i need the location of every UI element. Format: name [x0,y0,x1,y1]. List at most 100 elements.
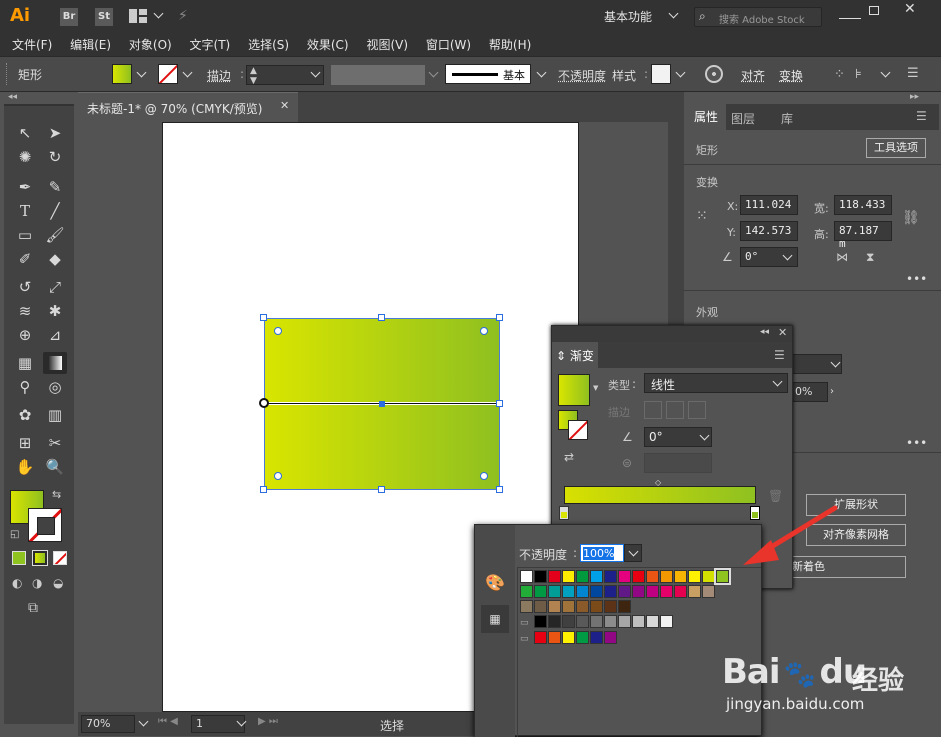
gradient-thumbnail[interactable] [558,374,590,406]
chevron-down-icon[interactable] [782,251,793,260]
color-swatch[interactable] [688,585,701,598]
collapse-panel-icon[interactable]: ◂◂ [760,327,769,337]
chevron-down-icon[interactable] [182,68,193,77]
fill-swatch[interactable] [112,64,132,84]
color-swatch[interactable] [604,585,617,598]
menu-help[interactable]: 帮助(H) [489,36,531,53]
stock-button[interactable]: St [95,8,113,26]
first-artboard-icon[interactable]: ⏮ ◀ [158,716,178,727]
opacity-input[interactable]: 100% [580,544,624,562]
puppet-warp-tool-icon[interactable]: ✱ [43,300,67,322]
chevron-down-icon[interactable] [628,548,638,555]
color-swatch[interactable] [688,570,701,583]
color-swatch[interactable] [534,585,547,598]
graphic-style-swatch[interactable] [651,64,671,84]
rectangle-tool-icon[interactable]: ▭ [13,224,37,246]
y-field[interactable]: 142.573 [740,221,798,241]
menu-select[interactable]: 选择(S) [248,36,289,53]
color-swatch[interactable] [632,585,645,598]
chevron-down-icon[interactable] [675,68,686,77]
width-field[interactable]: 118.433 [834,195,892,215]
chevron-down-icon[interactable] [136,68,147,77]
corner-widget[interactable] [274,327,282,335]
mesh-tool-icon[interactable]: ▦ [13,352,37,374]
tab-gradient[interactable]: ⇕ 渐变 [552,342,598,368]
reference-point-icon[interactable]: ⁙ [696,208,714,226]
chevron-down-icon[interactable] [536,68,547,77]
tab-libraries[interactable]: 库 [781,110,793,127]
resize-handle[interactable] [378,314,385,321]
flip-horizontal-icon[interactable]: ⋈ [836,250,848,264]
resize-handle[interactable] [260,314,267,321]
color-swatch[interactable] [646,585,659,598]
opacity-link[interactable]: 不透明度 [558,67,606,84]
menu-window[interactable]: 窗口(W) [426,36,471,53]
artboard-tool-icon[interactable]: ⊞ [13,432,37,454]
tab-properties[interactable]: 属性 [686,104,726,130]
transform-link[interactable]: 变换 [779,67,803,84]
hand-tool-icon[interactable]: ✋ [13,456,37,478]
color-swatch[interactable] [548,631,561,644]
eraser-tool-icon[interactable]: ◆ [43,248,67,270]
x-field[interactable]: 111.024 [740,195,798,215]
variable-width-profile[interactable] [331,65,425,85]
menu-type[interactable]: 文字(T) [190,36,231,53]
color-swatch[interactable] [660,570,673,583]
warp-tool-icon[interactable]: ≋ [13,300,37,322]
flip-vertical-icon[interactable]: ⧗ [866,250,874,265]
slice-tool-icon[interactable]: ✂ [43,432,67,454]
menu-object[interactable]: 对象(O) [129,36,172,53]
color-swatch[interactable] [562,570,575,583]
document-tab[interactable]: 未标题-1* @ 70% (CMYK/预览) ✕ [78,92,298,122]
resize-handle[interactable] [260,486,267,493]
color-swatch[interactable] [604,600,617,613]
collapse-dock-icon[interactable]: ▸▸ [910,92,919,102]
chevron-down-icon[interactable] [153,9,164,18]
stock-search-input[interactable]: ⌕ 搜索 Adobe Stock [694,7,822,27]
screen-mode-icon[interactable]: ⧉ [28,600,38,616]
swap-fill-stroke-icon[interactable]: ⇆ [52,488,61,501]
menu-effect[interactable]: 效果(C) [307,36,349,53]
reverse-gradient-icon[interactable]: ⇄ [564,450,574,464]
gradient-origin-handle[interactable] [259,398,269,408]
zoom-field[interactable]: 70% [81,715,135,733]
minimize-button[interactable] [839,5,861,19]
color-swatch[interactable] [548,600,561,613]
close-panel-icon[interactable]: ✕ [778,326,787,339]
color-swatch[interactable] [646,570,659,583]
chevron-down-icon[interactable] [138,717,149,726]
menu-file[interactable]: 文件(F) [12,36,52,53]
color-swatch[interactable] [618,615,631,628]
color-swatch[interactable] [590,600,603,613]
color-swatch[interactable] [714,568,731,585]
default-fill-stroke-icon[interactable]: ◱ [10,529,19,540]
last-artboard-icon[interactable]: ▶ ⏭ [258,716,278,727]
color-swatch[interactable] [562,615,575,628]
color-swatch[interactable] [548,615,561,628]
color-swatch[interactable] [702,585,715,598]
tab-layers[interactable]: 图层 [731,110,755,127]
color-swatch[interactable] [590,585,603,598]
graph-tool-icon[interactable]: ▥ [43,404,67,426]
chevron-right-icon[interactable]: › [830,382,842,402]
stepper-icon[interactable]: ▲ ▼ [250,66,257,86]
color-swatch[interactable] [590,631,603,644]
chevron-down-icon[interactable] [699,431,710,440]
color-swatch[interactable] [646,615,659,628]
stroke-proxy[interactable] [568,420,588,440]
close-tab-icon[interactable]: ✕ [280,99,289,112]
gradient-mode-button[interactable] [32,550,48,566]
shaper-tool-icon[interactable]: ✐ [13,248,37,270]
color-swatch[interactable] [534,615,547,628]
color-swatch[interactable] [534,570,547,583]
color-swatch[interactable] [604,615,617,628]
corner-widget[interactable] [480,472,488,480]
menu-edit[interactable]: 编辑(E) [70,36,111,53]
rotate-tool-icon[interactable]: ↺ [13,276,37,298]
chevron-down-icon[interactable] [830,358,841,367]
color-swatch[interactable] [604,570,617,583]
color-mode-button[interactable] [12,551,26,565]
color-swatch[interactable] [632,570,645,583]
color-swatch[interactable] [562,585,575,598]
resize-handle[interactable] [496,486,503,493]
